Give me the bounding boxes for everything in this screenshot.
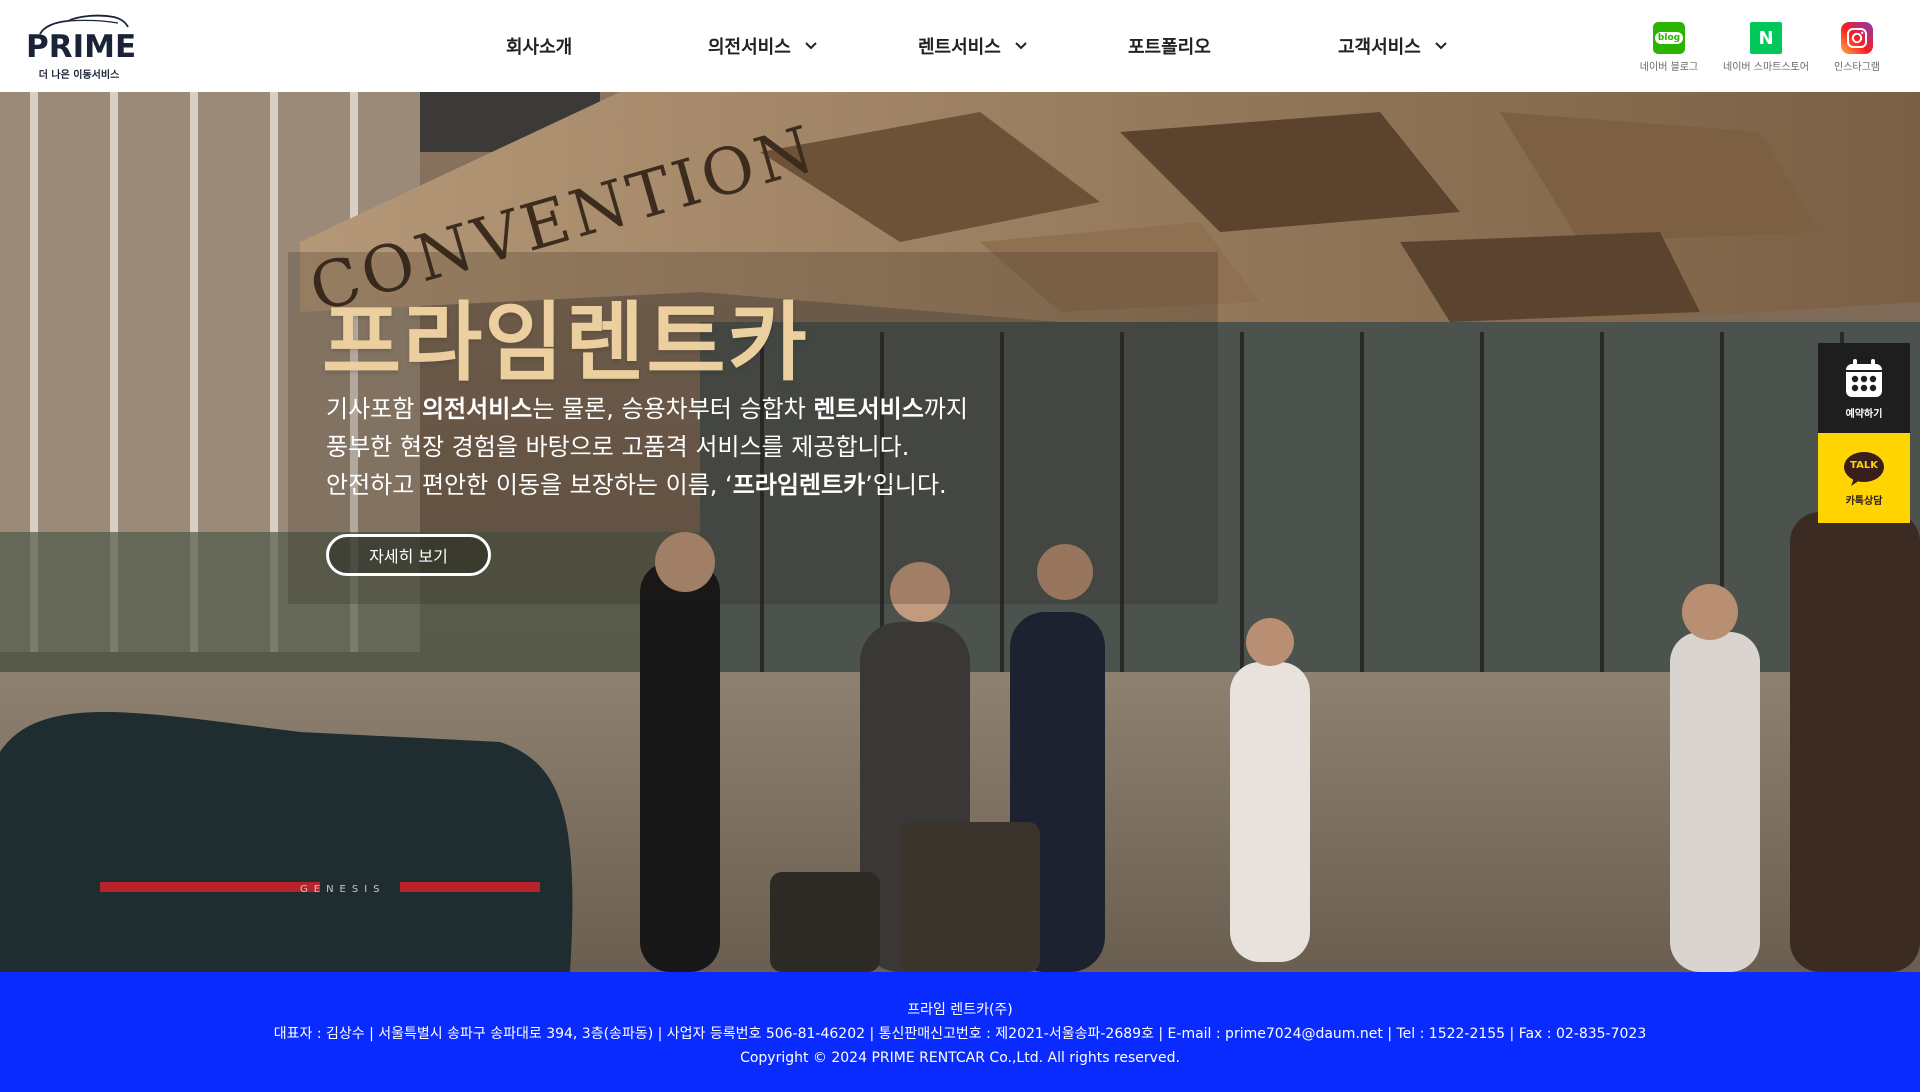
social-label: 인스타그램 [1834,62,1880,73]
nav-label: 렌트서비스 [918,37,1001,58]
nav-item-rent-service[interactable]: 렌트서비스 [918,30,1029,62]
hero-line-3: 안전하고 편안한 이동을 보장하는 이름, ‘프라임렌트카’입니다. [326,471,947,499]
nav-label: 고객서비스 [1338,37,1421,58]
nav-item-company[interactable]: 회사소개 [506,30,572,62]
chevron-down-icon [1435,42,1447,50]
kakaotalk-label: 카톡상담 [1845,495,1883,507]
reservation-button[interactable]: 예약하기 [1818,343,1910,433]
hero-line-1: 기사포함 의전서비스는 물론, 승용차부터 승합차 렌트서비스까지 [326,395,968,423]
nav-item-portfolio[interactable]: 포트폴리오 [1128,30,1211,62]
blog-icon: blog [1653,22,1685,54]
instagram-icon [1841,22,1873,54]
naver-icon: N [1750,22,1782,54]
naver-blog-link[interactable]: blog 네이버 블로그 [1624,22,1714,73]
nav-label: 의전서비스 [708,37,791,58]
reservation-label: 예약하기 [1845,408,1883,420]
nav-label: 회사소개 [506,37,573,58]
nav-item-customer-service[interactable]: 고객서비스 [1338,30,1449,62]
naver-smartstore-link[interactable]: N 네이버 스마트스토어 [1721,22,1811,73]
site-header: PRIME 더 나은 이동서비스 회사소개 의전서비스 렌트서비스 포트폴리오 … [0,0,1920,92]
site-footer: 프라임 렌트카(주) 대표자 : 김상수 | 서울특별시 송파구 송파대로 39… [0,972,1920,1092]
instagram-link[interactable]: 인스타그램 [1812,22,1902,73]
logo-tagline: 더 나은 이동서비스 [38,70,120,81]
nav-item-escort-service[interactable]: 의전서비스 [708,30,819,62]
car-badge: GENESIS [300,884,386,895]
hero-title: 프라임렌트카 [322,293,809,393]
learn-more-button[interactable]: 자세히 보기 [326,534,491,576]
prime-logo[interactable]: PRIME 더 나은 이동서비스 [26,14,137,81]
calendar-icon [1846,358,1882,397]
chevron-down-icon [1015,42,1027,50]
footer-copyright: Copyright © 2024 PRIME RENTCAR Co.,Ltd. … [740,1050,1180,1066]
kakaotalk-icon: TALK [1842,450,1886,488]
social-label: 네이버 블로그 [1639,62,1699,73]
hero-line-2: 풍부한 현장 경험을 바탕으로 고품격 서비스를 제공합니다. [326,433,910,461]
hero-description: 기사포함 의전서비스는 물론, 승용차부터 승합차 렌트서비스까지 풍부한 현장… [326,390,1226,504]
nav-label: 포트폴리오 [1128,37,1211,58]
footer-company-name: 프라임 렌트카(주) [907,1002,1013,1018]
hero-banner: CONVENTION GENESIS 프라임렌트카 기사포함 의전서비스는 물론… [0,92,1920,972]
logo-wordmark: PRIME [26,29,137,65]
footer-company-info: 대표자 : 김상수 | 서울특별시 송파구 송파대로 394, 3층(송파동) … [273,1026,1647,1042]
chevron-down-icon [805,42,817,50]
kakaotalk-consult-button[interactable]: TALK 카톡상담 [1818,433,1910,523]
social-label: 네이버 스마트스토어 [1723,62,1809,73]
